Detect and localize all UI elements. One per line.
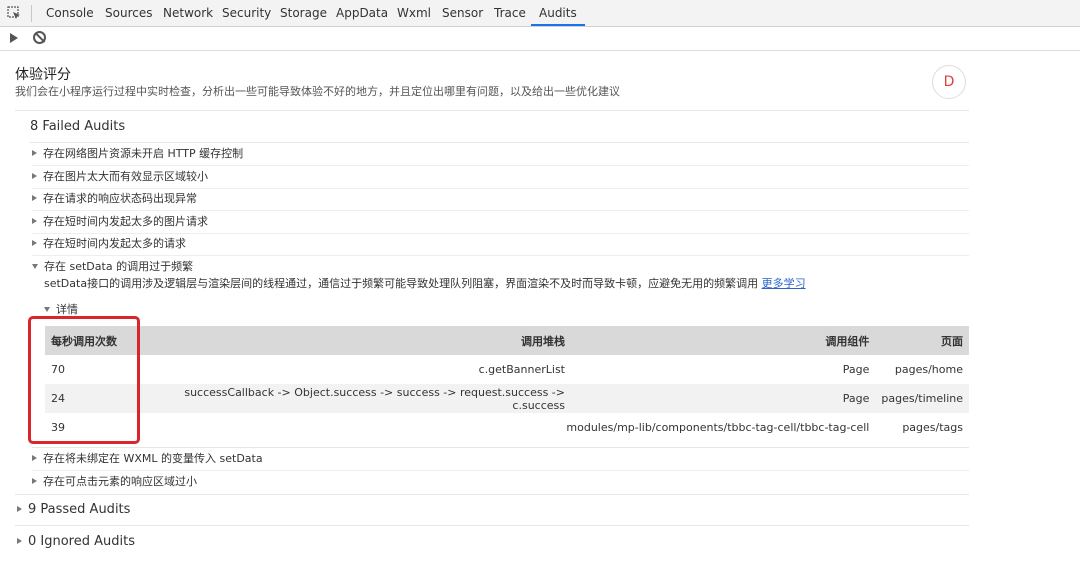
expand-triangle-icon [32, 195, 37, 201]
audit-item[interactable]: 存在图片太大而有效显示区域较小 [32, 166, 969, 189]
table-cell: modules/mp-lib/components/tbbc-tag-cell/… [566, 421, 870, 434]
tab-trace[interactable]: Trace [494, 0, 526, 26]
collapse-triangle-icon [32, 263, 38, 269]
expand-triangle-icon [32, 150, 37, 156]
devtools-tabbar: Console Sources Network Security Storage… [0, 0, 1080, 27]
audit-item-label: 存在可点击元素的响应区域过小 [43, 475, 197, 488]
tab-network[interactable]: Network [163, 0, 213, 26]
inspect-element-icon[interactable] [7, 6, 21, 20]
table-cell: successCallback -> Object.success -> suc… [139, 384, 571, 413]
audit-description: setData接口的调用涉及逻辑层与渲染层间的线程通过，通信过于频繁可能导致处理… [44, 275, 806, 291]
audit-item-label: 存在短时间内发起太多的图片请求 [43, 215, 208, 228]
passed-audits-heading[interactable]: 9 Passed Audits [17, 502, 130, 517]
score-grade-badge: D [932, 65, 966, 99]
table-row: 39 modules/mp-lib/components/tbbc-tag-ce… [45, 413, 969, 442]
passed-audits-label: 9 Passed Audits [28, 502, 131, 517]
audit-item-label: 存在短时间内发起太多的请求 [43, 237, 186, 250]
expand-triangle-icon [17, 537, 22, 544]
audit-item[interactable]: 存在请求的响应状态码出现异常 [32, 188, 969, 211]
column-header: 调用堆栈 [139, 326, 571, 355]
tab-sources[interactable]: Sources [105, 0, 152, 26]
tab-storage[interactable]: Storage [280, 0, 327, 26]
audit-item-label: 存在网络图片资源未开启 HTTP 缓存控制 [43, 147, 244, 160]
column-header: 调用组件 [571, 326, 876, 355]
table-row: 24 successCallback -> Object.success -> … [45, 384, 969, 413]
tab-audits[interactable]: Audits [531, 0, 585, 26]
tab-console[interactable]: Console [46, 0, 94, 26]
details-label: 详情 [56, 303, 78, 316]
failed-audits-heading[interactable]: 8 Failed Audits [30, 119, 125, 134]
expand-triangle-icon [32, 240, 37, 246]
clear-icon[interactable] [33, 31, 46, 44]
audit-item[interactable]: 存在将未绑定在 WXML 的变量传入 setData [32, 448, 969, 471]
tab-wxml[interactable]: Wxml [397, 0, 431, 26]
expand-triangle-icon [32, 218, 37, 224]
tab-appdata[interactable]: AppData [336, 0, 388, 26]
table-cell: pages/tags [902, 421, 963, 434]
table-row: 70 c.getBannerList Page pages/home [45, 355, 969, 384]
divider [15, 110, 969, 111]
tab-sensor[interactable]: Sensor [442, 0, 483, 26]
divider [15, 525, 969, 526]
table-cell: c.getBannerList [478, 363, 565, 376]
page-title: 体验评分 [15, 67, 71, 83]
tab-separator [31, 5, 32, 22]
expand-triangle-icon [32, 455, 37, 461]
table-cell: pages/timeline [875, 384, 969, 413]
run-audit-icon[interactable] [10, 33, 18, 43]
audit-description-text: setData接口的调用涉及逻辑层与渲染层间的线程通过，通信过于频繁可能导致处理… [44, 277, 759, 290]
audit-item-label: 存在将未绑定在 WXML 的变量传入 setData [43, 452, 263, 465]
audit-item[interactable]: 存在网络图片资源未开启 HTTP 缓存控制 [32, 143, 969, 166]
table-cell: Page [571, 384, 876, 413]
audit-item[interactable]: 存在短时间内发起太多的图片请求 [32, 211, 969, 234]
column-header: 页面 [875, 326, 969, 355]
audit-item-label: 存在 setData 的调用过于频繁 [44, 260, 194, 273]
ignored-audits-heading[interactable]: 0 Ignored Audits [17, 534, 135, 549]
audits-toolbar [0, 27, 1080, 51]
table-cell: pages/home [894, 363, 963, 376]
divider [15, 494, 969, 495]
setdata-details-table: 每秒调用次数 调用堆栈 调用组件 页面 70 c.getBannerList P… [45, 326, 969, 442]
page-subtitle: 我们会在小程序运行过程中实时检查，分析出一些可能导致体验不好的地方，并且定位出哪… [15, 85, 620, 98]
expand-triangle-icon [32, 173, 37, 179]
details-toggle[interactable]: 详情 [44, 301, 78, 317]
audit-item-label: 存在图片太大而有效显示区域较小 [43, 170, 208, 183]
table-cell: Page [842, 363, 870, 376]
collapse-triangle-icon [44, 306, 50, 312]
audit-item[interactable]: 存在可点击元素的响应区域过小 [32, 471, 969, 493]
ignored-audits-label: 0 Ignored Audits [28, 534, 135, 549]
expand-triangle-icon [32, 478, 37, 484]
audit-item[interactable]: 存在短时间内发起太多的请求 [32, 233, 969, 256]
expand-triangle-icon [17, 505, 22, 512]
learn-more-link[interactable]: 更多学习 [762, 277, 806, 290]
tab-security[interactable]: Security [222, 0, 271, 26]
audit-item-label: 存在请求的响应状态码出现异常 [43, 192, 197, 205]
highlight-box [28, 316, 140, 444]
